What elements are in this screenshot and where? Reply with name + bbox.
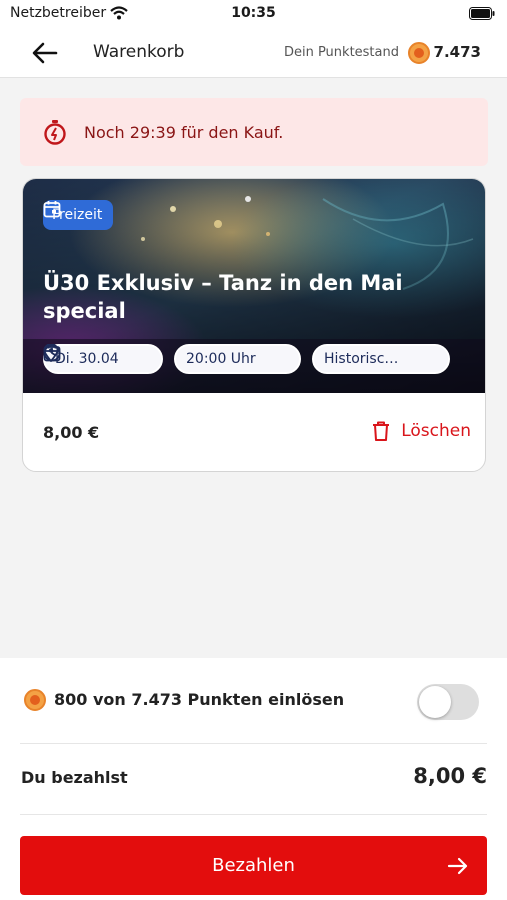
timer-text: Noch 29:39 für den Kauf.: [84, 122, 284, 142]
status-time: 10:35: [231, 5, 276, 21]
points-label: Dein Punktestand: [283, 45, 399, 60]
redeem-points-row: 800 von 7.473 Punkten einlösen: [0, 658, 507, 743]
checkout-panel: 800 von 7.473 Punkten einlösen Du bezahl…: [0, 658, 507, 900]
page-title: Warenkorb: [93, 42, 185, 62]
points-coin-icon: [24, 689, 46, 711]
date-chip: Di. 30.04: [43, 344, 163, 374]
event-title: Ü30 Exklusiv – Tanz in den Mai special: [43, 271, 403, 323]
toggle-knob: [419, 686, 451, 718]
calendar-event-icon: [43, 201, 61, 218]
total-amount: 8,00 €: [413, 764, 487, 788]
redeem-text: 800 von 7.473 Punkten einlösen: [54, 690, 345, 709]
delete-button[interactable]: Löschen: [371, 420, 471, 442]
total-row: Du bezahlst 8,00 €: [0, 744, 507, 814]
event-image: Freizeit Ü30 Exklusiv – Tanz in den Mai …: [23, 179, 485, 393]
location-chip: Historisc…: [43, 344, 450, 374]
battery-icon: [469, 7, 495, 20]
back-button[interactable]: [30, 38, 60, 68]
arrow-right-icon: [447, 857, 468, 875]
event-time: 20:00 Uhr: [186, 351, 256, 367]
arrow-left-icon: [32, 42, 58, 64]
event-meta: Di. 30.04 20:00 Uhr Historisc…: [43, 344, 450, 374]
delete-label: Löschen: [401, 421, 471, 441]
points-coin-icon: [408, 42, 430, 64]
trash-icon: [373, 421, 390, 441]
header: Warenkorb Dein Punktestand 7.473: [0, 28, 507, 78]
category-badge: Freizeit: [43, 200, 114, 230]
stopwatch-icon: [42, 119, 68, 145]
event-location: Historisc…: [324, 351, 399, 367]
time-chip: 20:00 Uhr: [43, 344, 301, 374]
price-row: 8,00 € Löschen: [23, 393, 485, 471]
status-bar: Netzbetreiber 10:35: [0, 0, 507, 28]
divider: [20, 814, 487, 815]
redeem-points-toggle[interactable]: [417, 684, 479, 720]
event-price: 8,00 €: [43, 423, 100, 442]
event-card[interactable]: Freizeit Ü30 Exklusiv – Tanz in den Mai …: [22, 178, 486, 472]
total-label: Du bezahlst: [21, 768, 128, 787]
timer-banner: Noch 29:39 für den Kauf.: [20, 98, 488, 166]
pay-button-label: Bezahlen: [212, 855, 295, 876]
event-date: Di. 30.04: [55, 351, 119, 367]
pay-button[interactable]: Bezahlen: [20, 836, 487, 895]
points-value: 7.473: [433, 43, 481, 61]
